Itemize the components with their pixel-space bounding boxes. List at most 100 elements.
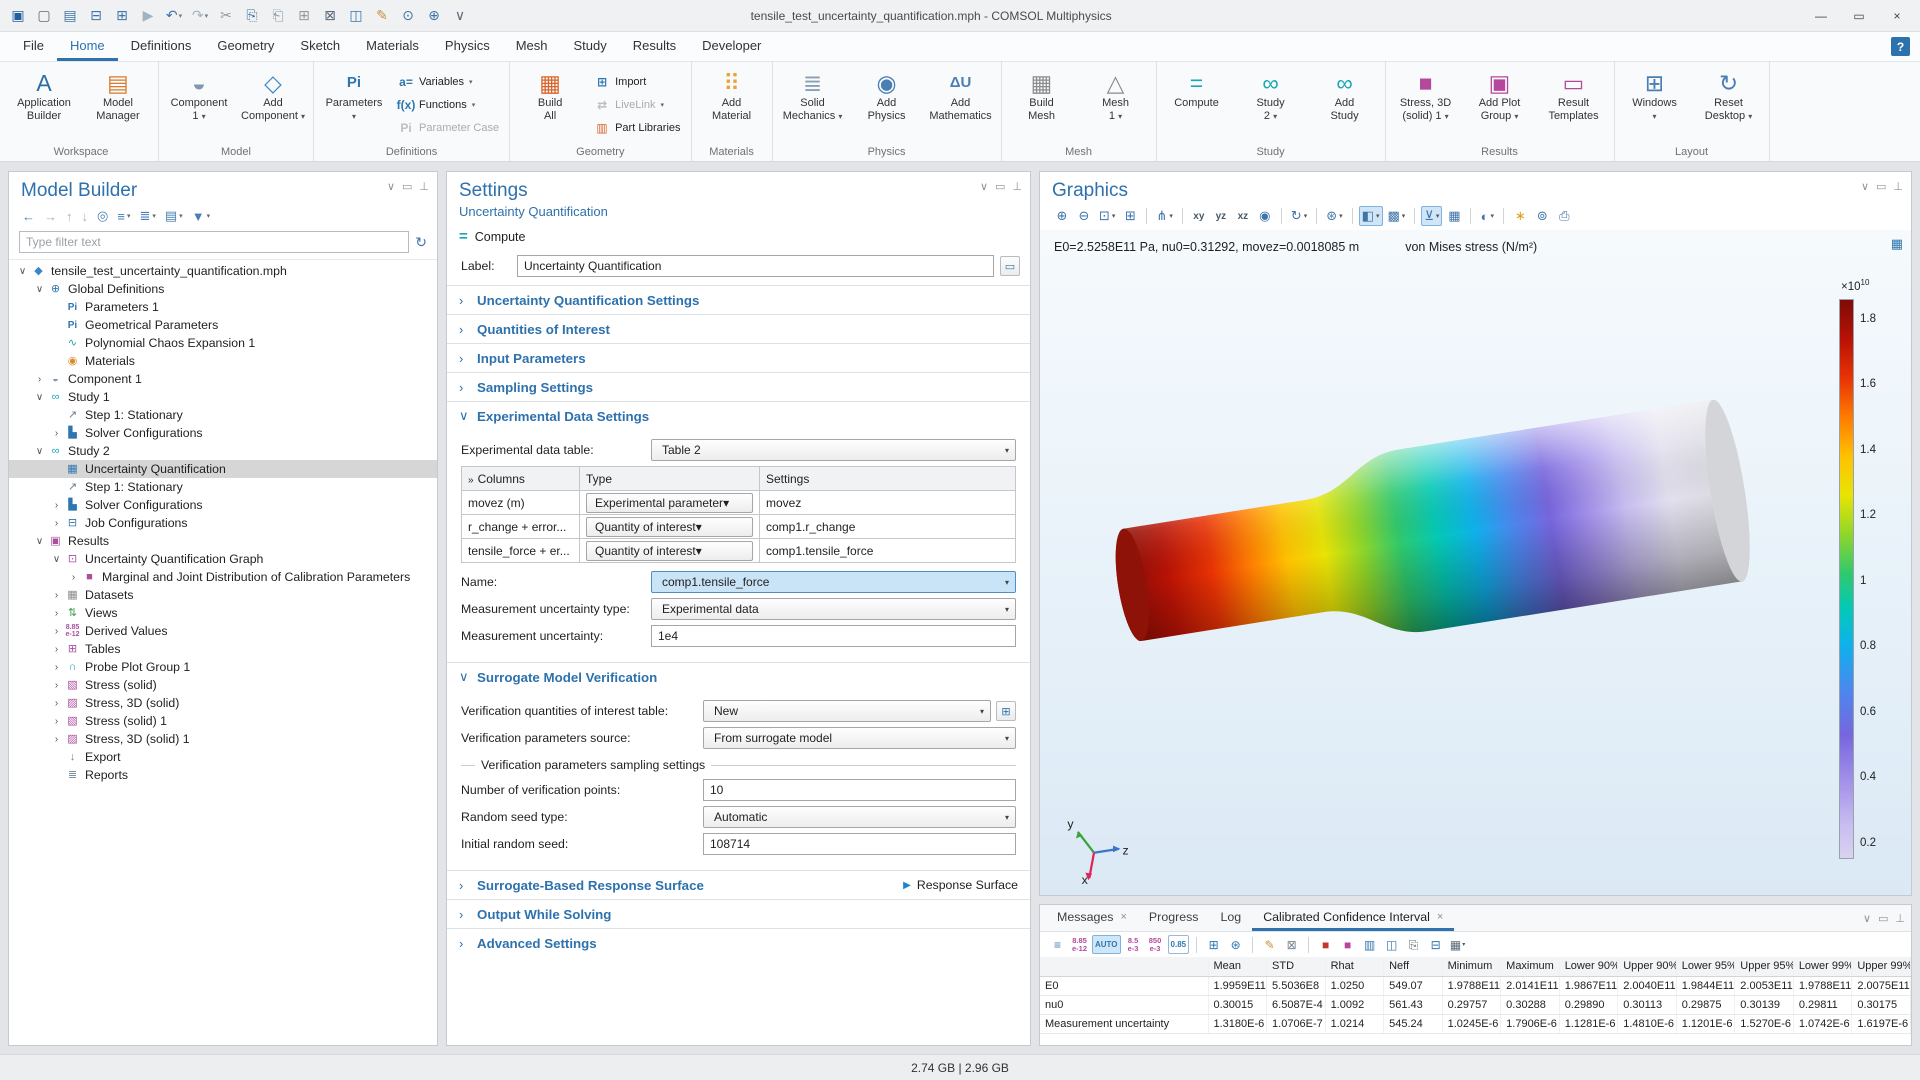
application-builder-button[interactable]: AApplicationBuilder	[7, 64, 81, 145]
expand-arrow-icon[interactable]: ›	[49, 680, 64, 691]
move-down-icon[interactable]: ↓	[79, 208, 92, 225]
label-input[interactable]	[517, 255, 994, 277]
tree-item-reports[interactable]: ≣Reports	[9, 766, 437, 784]
tree-item-study-1[interactable]: ∨∞Study 1	[9, 388, 437, 406]
measurement-uncertainty-type-select[interactable]: Experimental data▾	[651, 598, 1016, 620]
open-file-icon[interactable]: ▤	[58, 5, 82, 27]
menu-tab-developer[interactable]: Developer	[689, 32, 774, 61]
mesh-1-button[interactable]: △Mesh1 ▾	[1079, 64, 1153, 145]
decimal-notation-icon[interactable]: 0.85	[1168, 935, 1190, 954]
table-settings-icon[interactable]: ≡	[1048, 935, 1067, 954]
snapshot-icon[interactable]: ⊚	[1532, 206, 1552, 226]
paste-icon[interactable]: ⎗	[266, 5, 290, 27]
section-surrogate-based-response-surface[interactable]: › Surrogate-Based Response Surface ▶ Res…	[447, 870, 1030, 899]
tab-log[interactable]: Log	[1210, 905, 1253, 931]
zoom-out-icon[interactable]: ⊖	[1074, 206, 1094, 226]
expand-arrow-icon[interactable]: ›	[49, 518, 64, 529]
tree-item-derived-values[interactable]: ›8.85e-12Derived Values	[9, 622, 437, 640]
minimize-button[interactable]: —	[1804, 4, 1838, 28]
undo-icon[interactable]: ↶▾	[162, 5, 186, 27]
maximize-button[interactable]: ▭	[1842, 4, 1876, 28]
back-icon[interactable]: ←	[19, 208, 38, 225]
parameter-case-button[interactable]: PiParameter Case	[393, 117, 504, 139]
expand-arrow-icon[interactable]: ›	[49, 662, 64, 673]
menu-tab-mesh[interactable]: Mesh	[503, 32, 561, 61]
exp-column-cell[interactable]: tensile_force + er...	[462, 539, 580, 563]
study-2-button[interactable]: ∞Study2 ▾	[1234, 64, 1308, 145]
build-all-button[interactable]: ▦BuildAll	[513, 64, 587, 145]
tab-messages[interactable]: Messages×	[1046, 905, 1138, 931]
functions-button[interactable]: f(x)Functions▾	[393, 94, 504, 116]
compute-button[interactable]: =Compute	[1160, 64, 1234, 145]
plot-settings-icon[interactable]: ▦	[1891, 236, 1903, 252]
more-commands-icon[interactable]: ∨	[448, 5, 472, 27]
part-libraries-button[interactable]: ▥Part Libraries	[589, 117, 685, 139]
node-grouping-icon[interactable]: ▤▾	[162, 207, 186, 225]
float-panel-icon[interactable]: ▭	[402, 180, 412, 193]
section-surrogate-model-verification[interactable]: ∨Surrogate Model Verification	[447, 662, 1030, 691]
tree-item-views[interactable]: ›⇅Views	[9, 604, 437, 622]
find-icon[interactable]: ⊙	[396, 5, 420, 27]
pin-panel-icon[interactable]: ⊥	[419, 180, 429, 193]
tree-item-stress-3d-solid[interactable]: ›▨Stress, 3D (solid)	[9, 694, 437, 712]
windows-button[interactable]: ⊞Windows▾	[1618, 64, 1692, 145]
solid-mechanics-button[interactable]: ≣SolidMechanics ▾	[776, 64, 850, 145]
expand-arrow-icon[interactable]: ›	[49, 590, 64, 601]
tree-item-polynomial-chaos-expansion-1[interactable]: ∿Polynomial Chaos Expansion 1	[9, 334, 437, 352]
rotate-view-icon[interactable]: ↻▾	[1288, 206, 1310, 226]
expand-arrow-icon[interactable]: ›	[49, 644, 64, 655]
collapse-tree-icon[interactable]: ≣▾	[136, 207, 158, 225]
menu-tab-sketch[interactable]: Sketch	[287, 32, 353, 61]
collapse-arrow-icon[interactable]: ∨	[32, 536, 47, 547]
graphics-canvas[interactable]: E0=2.5258E11 Pa, nu0=0.31292, movez=0.00…	[1040, 230, 1911, 895]
tree-item-uncertainty-quantification[interactable]: ▦Uncertainty Quantification	[9, 460, 437, 478]
expand-arrow-icon[interactable]: ›	[49, 608, 64, 619]
cut-icon[interactable]: ✂	[214, 5, 238, 27]
exp-type-select[interactable]: Quantity of interest▾	[586, 517, 753, 537]
expand-arrow-icon[interactable]: ›	[49, 698, 64, 709]
print-icon[interactable]: ⎙	[1554, 206, 1574, 226]
tree-item-step-1-stationary[interactable]: ↗Step 1: Stationary	[9, 406, 437, 424]
collapse-arrow-icon[interactable]: ∨	[32, 446, 47, 457]
tree-item-global-definitions[interactable]: ∨⊕Global Definitions	[9, 280, 437, 298]
section-advanced-settings[interactable]: ›Advanced Settings	[447, 928, 1030, 957]
exp-settings-cell[interactable]: movez	[760, 491, 1016, 515]
verification-points-input[interactable]	[703, 779, 1016, 801]
expand-arrow-icon[interactable]: ›	[32, 374, 47, 385]
collapse-arrow-icon[interactable]: ∨	[32, 392, 47, 403]
redo-icon[interactable]: ↷▾	[188, 5, 212, 27]
show-toggle-icon[interactable]: ◎	[94, 207, 111, 225]
view-xz-icon[interactable]: xz	[1233, 206, 1253, 226]
component-1-button[interactable]: ◒Component1 ▾	[162, 64, 236, 145]
add-component-button[interactable]: ◇AddComponent ▾	[236, 64, 310, 145]
tree-item-export[interactable]: ↓Export	[9, 748, 437, 766]
expand-arrow-icon[interactable]: ›	[49, 428, 64, 439]
random-seed-type-select[interactable]: Automatic▾	[703, 806, 1016, 828]
float-panel-icon[interactable]: ▭	[1878, 912, 1888, 925]
delete-icon[interactable]: ⊠	[318, 5, 342, 27]
scene-settings-icon[interactable]: ⊛▾	[1323, 206, 1345, 226]
tab-progress[interactable]: Progress	[1138, 905, 1210, 931]
response-surface-button[interactable]: ▶ Response Surface	[903, 878, 1018, 892]
pin-panel-icon[interactable]: ⊥	[1895, 912, 1905, 925]
import-button[interactable]: ⊞Import	[589, 71, 685, 93]
tree-item-geometrical-parameters[interactable]: PiGeometrical Parameters	[9, 316, 437, 334]
environment-reflections-icon[interactable]: ◐▾	[1477, 206, 1497, 226]
close-icon[interactable]: ×	[1437, 911, 1443, 923]
menu-tab-results[interactable]: Results	[620, 32, 689, 61]
expand-arrow-icon[interactable]: ›	[66, 572, 81, 583]
red-marker-icon[interactable]: ■	[1316, 935, 1335, 954]
perspective-toggle-icon[interactable]: ◉	[1255, 206, 1275, 226]
view-yz-icon[interactable]: yz	[1211, 206, 1231, 226]
tree-item-solver-configurations-2[interactable]: ›▙Solver Configurations	[9, 496, 437, 514]
tree-item-uncertainty-quantification-graph[interactable]: ∨⊡Uncertainty Quantification Graph	[9, 550, 437, 568]
exp-type-select[interactable]: Quantity of interest▾	[586, 541, 753, 561]
duplicate-icon[interactable]: ⊞	[292, 5, 316, 27]
exp-column-cell[interactable]: movez (m)	[462, 491, 580, 515]
collapse-panel-icon[interactable]: ∨	[980, 180, 988, 193]
exp-type-select[interactable]: Experimental parameter▾	[586, 493, 753, 513]
run-icon[interactable]: ▶	[136, 5, 160, 27]
tree-item-component-1[interactable]: ›◒Component 1	[9, 370, 437, 388]
select-box-icon[interactable]: ◫	[344, 5, 368, 27]
collapse-arrow-icon[interactable]: ∨	[15, 266, 30, 277]
